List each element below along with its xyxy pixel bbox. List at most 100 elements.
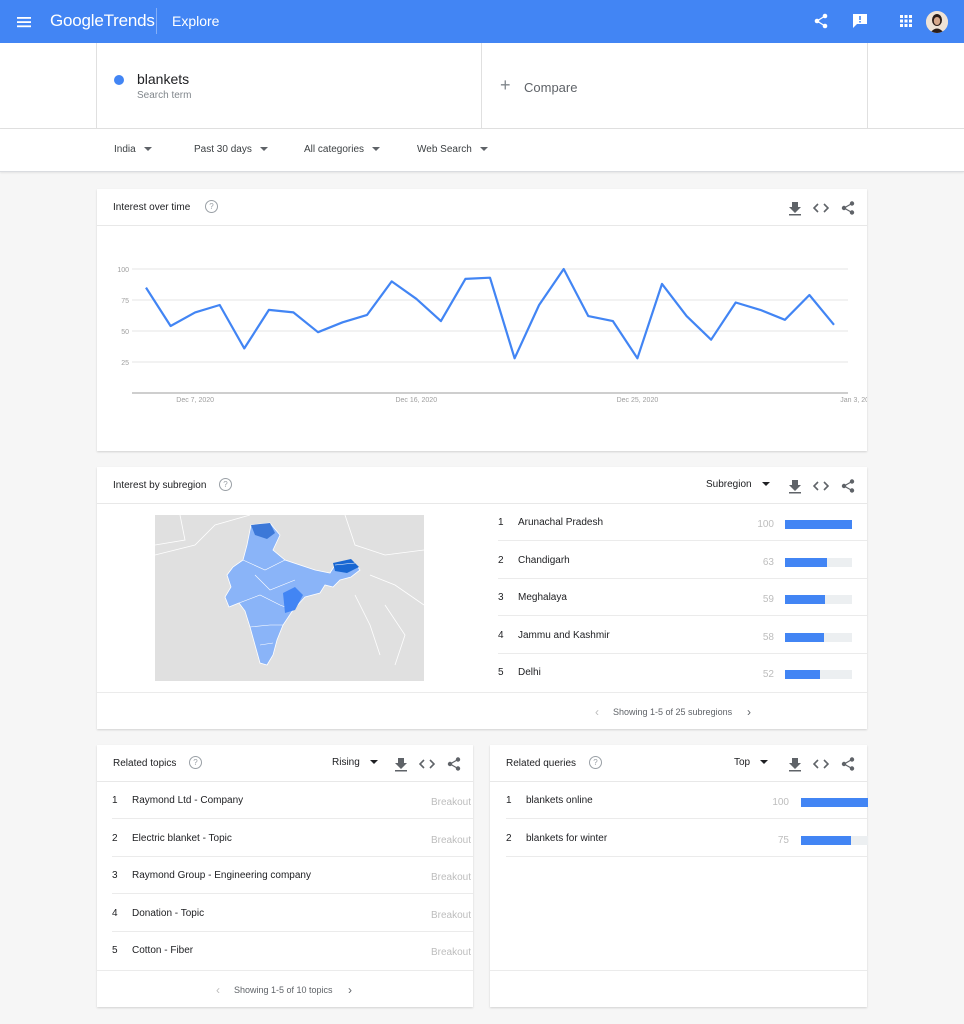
interest-over-time-chart: 100 75 50 25 Dec 7, 2020 Dec 16, 2020 Dec 25,… xyxy=(117,267,867,404)
apps-icon[interactable] xyxy=(897,12,915,30)
topic-row[interactable]: 3 Raymond Group - Engineering company Brea… xyxy=(112,857,473,894)
y-tick-label: 100 xyxy=(117,267,129,274)
logo-trends: Trends xyxy=(103,11,155,30)
top-app-bar: GoogleTrends Explore xyxy=(0,0,964,43)
value-label: 75 xyxy=(777,834,789,846)
subregion-row[interactable]: 4 Jammu and Kashmir 58 xyxy=(498,617,867,654)
topic-name[interactable]: Donation - Topic xyxy=(132,908,204,919)
value-label: 63 xyxy=(762,556,774,568)
value-label: Breakout xyxy=(430,909,471,921)
help-icon[interactable]: ? xyxy=(219,478,232,491)
property-filter[interactable]: Web Search xyxy=(417,144,488,155)
value-label: Breakout xyxy=(430,834,471,846)
card-tools xyxy=(393,756,463,772)
topic-name[interactable]: Cotton - Fiber xyxy=(132,945,193,956)
y-tick-label: 50 xyxy=(121,329,129,336)
chevron-right-icon[interactable]: › xyxy=(747,705,751,719)
share-icon[interactable] xyxy=(840,756,856,772)
feedback-icon[interactable] xyxy=(851,12,869,30)
interest-series-line[interactable] xyxy=(145,267,835,360)
help-icon[interactable]: ? xyxy=(189,756,202,769)
chevron-down-icon xyxy=(372,147,381,152)
share-icon[interactable] xyxy=(840,478,856,494)
related-queries-dropdown[interactable]: Top xyxy=(734,757,769,768)
topic-row[interactable]: 5 Cotton - Fiber Breakout xyxy=(112,932,473,969)
query-row[interactable]: 2 blankets for winter 75 xyxy=(506,820,868,857)
chevron-left-icon[interactable]: ‹ xyxy=(595,705,599,719)
category-filter-label: All categories xyxy=(304,144,365,155)
topic-row[interactable]: 1 Raymond Ltd - Company Breakout xyxy=(112,782,473,819)
menu-icon[interactable] xyxy=(14,12,34,32)
compare-button[interactable]: + Compare xyxy=(482,43,868,129)
rank-number: 1 xyxy=(506,795,512,806)
subregion-row[interactable]: 2 Chandigarh 63 xyxy=(498,542,867,579)
x-axis-ticks: Dec 7, 2020 Dec 16, 2020 Dec 25, 2020 Jan 3… xyxy=(176,397,867,404)
rank-number: 2 xyxy=(112,832,118,844)
card-title: Interest over time xyxy=(113,202,191,213)
help-icon[interactable]: ? xyxy=(589,756,602,769)
value-bar-fill xyxy=(801,798,868,807)
topic-row[interactable]: 4 Donation - Topic Breakout xyxy=(112,895,473,932)
share-icon[interactable] xyxy=(446,756,462,772)
query-row[interactable]: 1 blankets online 100 xyxy=(506,782,868,819)
subregion-name[interactable]: Delhi xyxy=(518,667,541,678)
subregion-dropdown[interactable]: Subregion xyxy=(706,479,770,490)
embed-icon[interactable] xyxy=(813,756,829,772)
download-icon[interactable] xyxy=(787,478,803,494)
property-filter-label: Web Search xyxy=(417,144,472,155)
google-trends-logo[interactable]: GoogleTrends xyxy=(50,11,155,31)
rank-number: 1 xyxy=(112,795,118,806)
chart-grid xyxy=(132,268,848,363)
subregion-name[interactable]: Arunachal Pradesh xyxy=(518,517,603,528)
avatar[interactable] xyxy=(926,11,948,33)
search-term-name[interactable]: blankets xyxy=(137,71,189,87)
search-term-card[interactable]: blankets Search term xyxy=(96,43,482,129)
period-filter[interactable]: Past 30 days xyxy=(194,144,268,155)
topic-row[interactable]: 2 Electric blanket - Topic Breakout xyxy=(112,820,473,857)
value-bar-track xyxy=(785,595,852,604)
topic-name[interactable]: Electric blanket - Topic xyxy=(132,833,232,844)
value-label: 58 xyxy=(762,631,774,643)
query-name[interactable]: blankets online xyxy=(526,795,593,806)
share-icon[interactable] xyxy=(840,200,856,216)
topics-pager: ‹ Showing 1-5 of 10 topics › xyxy=(216,983,361,999)
card-title: Interest by subregion xyxy=(113,480,207,491)
subregion-row[interactable]: 5 Delhi 52 xyxy=(498,654,867,691)
rank-number: 1 xyxy=(498,517,504,528)
subregion-row[interactable]: 3 Meghalaya 59 xyxy=(498,579,867,616)
subregion-name[interactable]: Meghalaya xyxy=(518,592,567,603)
subregion-name[interactable]: Jammu and Kashmir xyxy=(518,630,610,641)
download-icon[interactable] xyxy=(787,200,803,216)
card-title: Related queries xyxy=(506,758,577,769)
region-filter[interactable]: India xyxy=(114,144,152,155)
topic-name[interactable]: Raymond Group - Engineering company xyxy=(132,870,311,881)
x-tick-label: Dec 16, 2020 xyxy=(395,397,437,404)
subregion-row[interactable]: 1 Arunachal Pradesh 100 xyxy=(498,504,867,541)
category-filter[interactable]: All categories xyxy=(304,144,381,155)
embed-icon[interactable] xyxy=(813,200,829,216)
search-term-strip: blankets Search term + Compare xyxy=(0,43,964,129)
download-icon[interactable] xyxy=(787,756,803,772)
subregion-name[interactable]: Chandigarh xyxy=(518,555,570,566)
embed-icon[interactable] xyxy=(813,478,829,494)
interest-over-time-card: Interest over time ? 100 75 50 25 Dec 7, 20… xyxy=(97,189,867,451)
chevron-left-icon[interactable]: ‹ xyxy=(216,983,220,997)
india-subregion-map[interactable] xyxy=(155,515,424,681)
related-topics-dropdown[interactable]: Rising xyxy=(332,757,378,768)
download-icon[interactable] xyxy=(393,756,409,772)
x-tick-label: Jan 3, 2021 xyxy=(840,397,867,404)
value-bar-fill xyxy=(801,835,852,845)
help-icon[interactable]: ? xyxy=(205,200,218,213)
logo-google: Google xyxy=(50,11,104,30)
embed-icon[interactable] xyxy=(419,756,435,772)
rank-number: 2 xyxy=(506,832,512,844)
related-topics-dropdown-label: Rising xyxy=(332,757,360,768)
query-name[interactable]: blankets for winter xyxy=(526,833,607,844)
share-icon[interactable] xyxy=(812,12,830,30)
value-bar-fill xyxy=(785,632,824,642)
header-divider xyxy=(156,8,157,34)
chevron-down-icon xyxy=(369,760,378,765)
chevron-right-icon[interactable]: › xyxy=(348,983,352,997)
card-tools xyxy=(787,756,857,772)
topic-name[interactable]: Raymond Ltd - Company xyxy=(132,795,243,806)
